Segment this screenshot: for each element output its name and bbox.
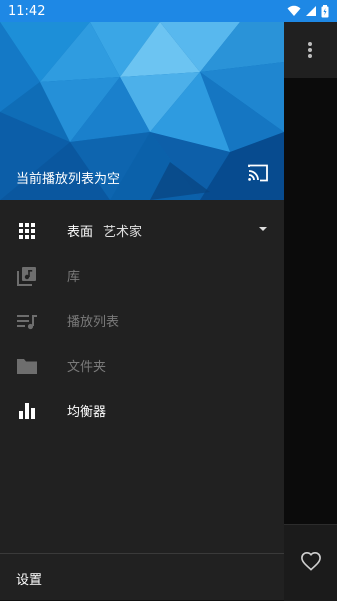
menu-item-label: 文件夹 (67, 360, 107, 375)
chevron-down-icon[interactable] (259, 227, 267, 231)
heart-icon[interactable] (300, 551, 322, 575)
more-vert-icon[interactable] (307, 40, 313, 58)
status-time: 11:42 (8, 3, 46, 19)
menu-item-label: 表面 (67, 225, 94, 240)
drawer-divider (0, 553, 284, 554)
cast-icon[interactable] (247, 164, 269, 186)
menu-item-playlists[interactable]: 播放列表 (0, 298, 284, 343)
folder-icon (16, 355, 38, 377)
mini-player[interactable] (284, 524, 337, 601)
drawer-menu: 表面 艺术家 库 播放列表 文件夹 均衡器 (0, 208, 284, 433)
status-bar: 11:42 (0, 0, 337, 22)
now-playing-status: 当前播放列表为空 (16, 172, 121, 187)
menu-item-surface[interactable]: 表面 艺术家 (0, 208, 284, 253)
equalizer-icon (16, 400, 38, 422)
menu-item-label: 库 (67, 270, 81, 285)
navigation-drawer: 当前播放列表为空 表面 艺术家 库 播放列表 文件夹 均衡器 设置 (0, 22, 284, 600)
status-icons (287, 4, 329, 18)
drawer-header: 当前播放列表为空 (0, 22, 284, 200)
playlist-icon (16, 310, 38, 332)
surface-value: 艺术家 (103, 225, 143, 240)
background-app (284, 22, 337, 601)
grid-icon (16, 220, 38, 242)
menu-item-library[interactable]: 库 (0, 253, 284, 298)
menu-item-label: 播放列表 (67, 315, 120, 330)
background-toolbar (284, 22, 337, 78)
menu-item-label: 均衡器 (67, 405, 107, 420)
battery-icon (321, 4, 329, 18)
menu-item-folders[interactable]: 文件夹 (0, 343, 284, 388)
settings-item[interactable]: 设置 (16, 569, 42, 588)
library-music-icon (16, 265, 38, 287)
menu-item-equalizer[interactable]: 均衡器 (0, 388, 284, 433)
wifi-icon (287, 5, 301, 17)
signal-icon (305, 5, 317, 17)
